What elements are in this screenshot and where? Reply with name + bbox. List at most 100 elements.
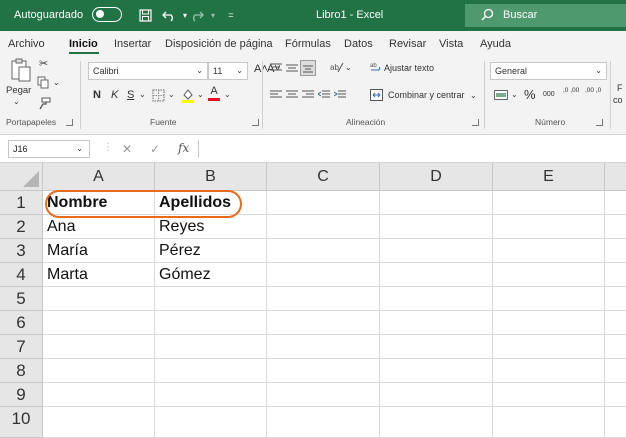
row-header-10[interactable]: 10	[0, 407, 43, 438]
align-left-icon[interactable]	[270, 90, 282, 100]
cell-c1[interactable]	[267, 191, 380, 215]
chevron-down-icon[interactable]: ⌄	[511, 90, 518, 99]
redo-dropdown-icon[interactable]: ▾	[204, 6, 222, 24]
menu-vista[interactable]: Vista	[439, 38, 463, 50]
decrease-decimal-button[interactable]: ,00 ,0	[585, 87, 603, 95]
orientation-icon[interactable]: ab	[330, 61, 344, 73]
chevron-down-icon[interactable]: ⌄	[470, 91, 477, 100]
percent-button[interactable]: %	[524, 87, 536, 102]
cell-a9[interactable]	[43, 383, 155, 407]
cell-e1[interactable]	[493, 191, 605, 215]
cell-d6[interactable]	[380, 311, 493, 335]
cell-b2[interactable]: Reyes	[155, 215, 267, 239]
cell-d10[interactable]	[380, 407, 493, 438]
number-format-combo[interactable]: General ⌄	[490, 62, 607, 80]
wrap-text-button[interactable]: Ajustar texto	[384, 63, 434, 73]
cell-a1[interactable]: Nombre	[43, 191, 155, 215]
cell-e10[interactable]	[493, 407, 605, 438]
menu-revisar[interactable]: Revisar	[389, 38, 426, 50]
cut-icon[interactable]: ✂	[39, 57, 48, 70]
clipboard-launcher-icon[interactable]	[66, 119, 73, 126]
cell-a6[interactable]	[43, 311, 155, 335]
cell-e5[interactable]	[493, 287, 605, 311]
cancel-icon[interactable]: ✕	[122, 142, 132, 156]
cell-d7[interactable]	[380, 335, 493, 359]
accounting-format-icon[interactable]	[494, 89, 508, 101]
column-header-c[interactable]: C	[267, 163, 380, 191]
chevron-down-icon[interactable]: ⌄	[139, 90, 146, 99]
paste-label[interactable]: Pegar	[6, 85, 31, 96]
italic-button[interactable]: K	[111, 89, 118, 101]
align-top-icon[interactable]	[270, 63, 282, 73]
menu-inicio[interactable]: Inicio	[69, 38, 98, 50]
cell-a2[interactable]: Ana	[43, 215, 155, 239]
column-header-f[interactable]	[605, 163, 626, 191]
cell-f9[interactable]	[605, 383, 626, 407]
cell-f1[interactable]	[605, 191, 626, 215]
align-middle-icon[interactable]	[286, 63, 298, 73]
font-launcher-icon[interactable]	[252, 119, 259, 126]
cell-a8[interactable]	[43, 359, 155, 383]
increase-decimal-button[interactable]: ,0 ,00	[563, 87, 581, 95]
row-header-5[interactable]: 5	[0, 287, 43, 311]
menu-formulas[interactable]: Fórmulas	[285, 38, 331, 50]
cell-f4[interactable]	[605, 263, 626, 287]
cell-b7[interactable]	[155, 335, 267, 359]
search-box[interactable]: Buscar	[465, 4, 626, 27]
enter-icon[interactable]: ✓	[150, 142, 160, 156]
cell-d1[interactable]	[380, 191, 493, 215]
cell-b3[interactable]: Pérez	[155, 239, 267, 263]
row-header-8[interactable]: 8	[0, 359, 43, 383]
cell-c10[interactable]	[267, 407, 380, 438]
cell-a4[interactable]: Marta	[43, 263, 155, 287]
cell-f8[interactable]	[605, 359, 626, 383]
fill-color-icon[interactable]	[181, 87, 195, 103]
cell-e8[interactable]	[493, 359, 605, 383]
borders-icon[interactable]	[152, 89, 165, 102]
font-name-combo[interactable]: Calibri ⌄	[88, 62, 208, 80]
align-right-icon[interactable]	[302, 90, 314, 100]
menu-insertar[interactable]: Insertar	[114, 38, 151, 50]
cell-c9[interactable]	[267, 383, 380, 407]
name-box[interactable]: J16 ⌄	[8, 140, 90, 158]
merge-center-icon[interactable]	[370, 89, 383, 101]
cell-d2[interactable]	[380, 215, 493, 239]
menu-ayuda[interactable]: Ayuda	[480, 38, 511, 50]
decrease-indent-icon[interactable]	[318, 90, 330, 100]
cell-a10[interactable]	[43, 407, 155, 438]
bold-button[interactable]: N	[93, 89, 101, 101]
copy-dropdown-icon[interactable]: ⌄	[53, 78, 60, 87]
cell-f10[interactable]	[605, 407, 626, 438]
wrap-text-icon[interactable]: ab	[370, 61, 382, 73]
cell-c4[interactable]	[267, 263, 380, 287]
column-header-a[interactable]: A	[43, 163, 155, 191]
grow-font-button[interactable]: A˄	[254, 63, 268, 75]
cell-e3[interactable]	[493, 239, 605, 263]
cell-b10[interactable]	[155, 407, 267, 438]
row-header-2[interactable]: 2	[0, 215, 43, 239]
cell-b8[interactable]	[155, 359, 267, 383]
menu-archivo[interactable]: Archivo	[8, 38, 45, 50]
cell-d4[interactable]	[380, 263, 493, 287]
chevron-down-icon[interactable]: ⌄	[197, 90, 204, 99]
chevron-down-icon[interactable]: ⌄	[345, 63, 352, 72]
format-painter-icon[interactable]	[38, 97, 51, 110]
cell-b1[interactable]: Apellidos	[155, 191, 267, 215]
cell-e2[interactable]	[493, 215, 605, 239]
cell-c7[interactable]	[267, 335, 380, 359]
row-header-7[interactable]: 7	[0, 335, 43, 359]
cell-e4[interactable]	[493, 263, 605, 287]
chevron-down-icon[interactable]: ⌄	[168, 90, 175, 99]
cell-d9[interactable]	[380, 383, 493, 407]
cell-c3[interactable]	[267, 239, 380, 263]
menu-datos[interactable]: Datos	[344, 38, 373, 50]
row-header-1[interactable]: 1	[0, 191, 43, 215]
cell-b6[interactable]	[155, 311, 267, 335]
cell-b5[interactable]	[155, 287, 267, 311]
number-launcher-icon[interactable]	[596, 119, 603, 126]
cell-e6[interactable]	[493, 311, 605, 335]
align-center-icon[interactable]	[286, 90, 298, 100]
row-header-6[interactable]: 6	[0, 311, 43, 335]
cell-b9[interactable]	[155, 383, 267, 407]
underline-button[interactable]: S	[127, 89, 134, 101]
